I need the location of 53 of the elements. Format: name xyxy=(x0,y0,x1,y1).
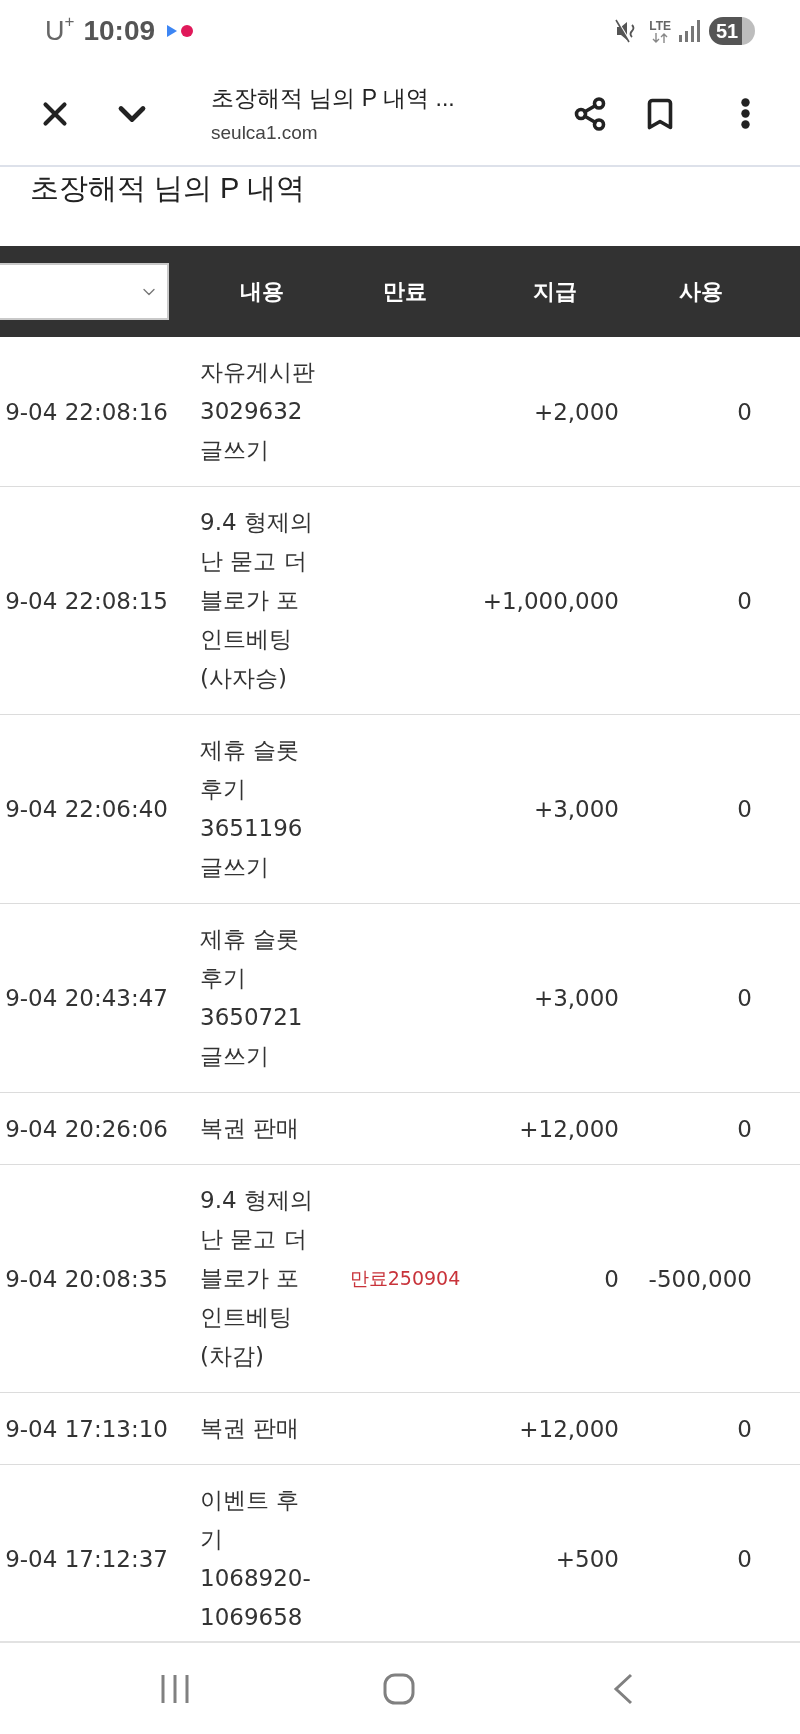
battery-level: 51 xyxy=(709,17,755,45)
notification-dot-icon xyxy=(181,25,194,37)
description-cell-text: 복권 판매 xyxy=(200,1414,300,1443)
granted-cell: +12,000 xyxy=(519,1115,619,1142)
clock-time: 10:09 xyxy=(83,15,156,47)
granted-cell: +3,000 xyxy=(533,796,619,822)
date-cell: 9-04 22:06:40 xyxy=(5,796,168,822)
date-cell: 9-04 20:43:47 xyxy=(5,985,168,1011)
column-header: 만료 xyxy=(383,277,427,306)
granted-cell: +3,000 xyxy=(533,985,619,1011)
granted-cell: +1,000,000 xyxy=(482,587,619,614)
description-cell-text: 9.4 형제의 난 묻고 더 블로가 포인트베팅 (사자승) xyxy=(200,508,314,693)
page-url: seulca1.com xyxy=(211,122,318,144)
description-cell-text: 9.4 형제의 난 묻고 더 블로가 포인트베팅 (차감) xyxy=(200,1186,314,1371)
date-cell: 9-04 17:12:37 xyxy=(5,1546,168,1572)
page-heading: 초장해적 님의 P 내역 xyxy=(30,171,305,206)
signal-icon xyxy=(679,20,701,42)
network-type-label: LTE xyxy=(649,19,671,33)
used-cell: -500,000 xyxy=(648,1265,752,1292)
date-cell: 9-04 17:13:10 xyxy=(5,1415,168,1442)
granted-cell: +12,000 xyxy=(519,1415,619,1442)
used-cell: 0 xyxy=(737,587,752,614)
expiry-cell-text: 만료250904 xyxy=(349,1265,461,1291)
description-cell-text: 복권 판매 xyxy=(200,1114,300,1143)
used-cell: 0 xyxy=(737,796,752,822)
column-header: 사용 xyxy=(679,277,723,306)
column-header: 내용 xyxy=(239,277,284,306)
used-cell: 0 xyxy=(737,1546,752,1572)
page-title: 초장해적 님의 P 내역 ... xyxy=(211,84,455,113)
home-icon xyxy=(383,1672,415,1705)
used-cell: 0 xyxy=(737,1115,752,1142)
share-icon xyxy=(572,95,608,132)
granted-cell: +2,000 xyxy=(533,398,619,425)
play-icon xyxy=(167,25,178,37)
column-header: 지급 xyxy=(533,277,577,306)
date-cell: 9-04 20:26:06 xyxy=(5,1115,168,1142)
description-cell-text: 이벤트 후기 1068920-1069658 xyxy=(200,1486,312,1632)
description-cell-text: 자유게시판 3029632 글쓰기 xyxy=(200,358,316,465)
date-cell: 9-04 22:08:15 xyxy=(5,587,168,614)
back-icon xyxy=(613,1672,633,1705)
date-cell: 9-04 20:08:35 xyxy=(5,1265,168,1292)
granted-cell: 0 xyxy=(604,1265,619,1292)
more-icon xyxy=(740,98,750,129)
used-cell: 0 xyxy=(737,985,752,1011)
description-cell-text: 제휴 슬롯 후기 3651196 글쓰기 xyxy=(200,736,304,882)
granted-cell: +500 xyxy=(555,1546,619,1572)
data-arrows-icon xyxy=(652,32,669,43)
recent-apps-icon xyxy=(161,1673,189,1704)
carrier-label: U$^{+}$ xyxy=(45,15,75,47)
date-cell: 9-04 22:08:16 xyxy=(5,398,168,425)
description-cell-text: 제휴 슬롯 후기 3650721 글쓰기 xyxy=(200,925,304,1071)
used-cell: 0 xyxy=(737,1415,752,1442)
used-cell: 0 xyxy=(737,398,752,425)
